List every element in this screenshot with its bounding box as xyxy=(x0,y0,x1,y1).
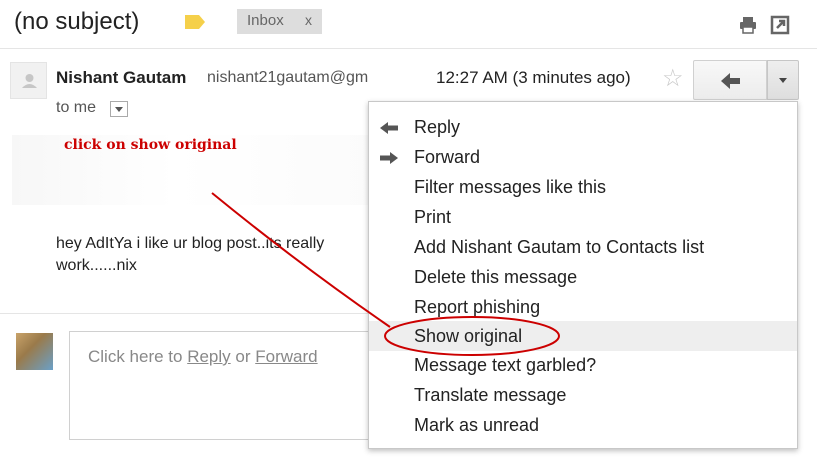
menu-item-add-contact[interactable]: Add Nishant Gautam to Contacts list xyxy=(369,232,797,262)
inbox-label-text: Inbox xyxy=(247,12,284,29)
show-details-button[interactable] xyxy=(110,101,128,117)
reply-prompt: Click here to Reply or Forward xyxy=(88,347,318,367)
menu-item-translate[interactable]: Translate message xyxy=(369,380,797,410)
label-tag-icon[interactable] xyxy=(184,14,206,30)
sender-name[interactable]: Nishant Gautam xyxy=(56,68,186,88)
menu-item-delete[interactable]: Delete this message xyxy=(369,262,797,292)
menu-item-label: Add Nishant Gautam to Contacts list xyxy=(414,237,705,257)
menu-item-label: Reply xyxy=(414,117,461,137)
menu-item-label: Mark as unread xyxy=(414,415,540,435)
reply-box[interactable]: Click here to Reply or Forward xyxy=(69,331,374,440)
email-subject: (no subject) xyxy=(14,8,140,35)
chevron-down-icon xyxy=(115,107,123,112)
menu-item-garbled[interactable]: Message text garbled? xyxy=(369,350,797,380)
menu-item-print[interactable]: Print xyxy=(369,202,797,232)
menu-item-forward[interactable]: Forward xyxy=(369,142,797,172)
reply-prompt-middle: or xyxy=(230,347,256,366)
reply-link[interactable]: Reply xyxy=(187,347,230,366)
header-divider xyxy=(0,48,817,49)
forward-link[interactable]: Forward xyxy=(255,347,317,366)
print-icon[interactable] xyxy=(738,15,758,35)
star-icon[interactable]: ☆ xyxy=(662,64,684,93)
inbox-label-chip[interactable]: Inbox x xyxy=(237,9,322,34)
menu-item-label: Message text garbled? xyxy=(414,355,597,375)
menu-item-label: Forward xyxy=(414,147,481,167)
message-body-line: work......nix xyxy=(56,257,137,274)
reply-icon xyxy=(721,73,740,89)
menu-item-mark-unread[interactable]: Mark as unread xyxy=(369,410,797,440)
reply-button[interactable] xyxy=(693,60,767,100)
chevron-down-icon xyxy=(779,78,787,83)
menu-item-label: Delete this message xyxy=(414,267,578,287)
sender-avatar[interactable] xyxy=(10,62,47,99)
reply-prompt-prefix: Click here to xyxy=(88,347,188,366)
sender-email: nishant21gautam@gm xyxy=(207,69,369,86)
menu-item-filter[interactable]: Filter messages like this xyxy=(369,172,797,202)
menu-item-show-original[interactable]: Show original xyxy=(369,321,797,351)
message-body: hey AdItYa i like ur blog post..its real… xyxy=(56,233,368,277)
menu-item-report-phishing[interactable]: Report phishing xyxy=(369,292,797,322)
more-actions-button[interactable] xyxy=(767,60,799,100)
menu-item-reply[interactable]: Reply xyxy=(369,112,797,142)
remove-label-button[interactable]: x xyxy=(305,12,312,28)
message-body-line: hey AdItYa i like ur blog post..its real… xyxy=(56,235,325,252)
more-actions-menu: Reply Forward Filter messages like this … xyxy=(368,101,798,449)
menu-item-label: Show original xyxy=(414,326,523,346)
user-avatar xyxy=(16,333,53,370)
menu-item-label: Translate message xyxy=(414,385,567,405)
new-window-icon[interactable] xyxy=(770,15,790,35)
reply-divider xyxy=(0,313,370,314)
default-avatar-icon xyxy=(22,74,37,88)
menu-item-label: Report phishing xyxy=(414,297,541,317)
message-timestamp: 12:27 AM (3 minutes ago) xyxy=(436,68,631,87)
recipient-summary: to me xyxy=(56,99,97,116)
annotation-text: click on show original xyxy=(64,137,237,153)
menu-item-label: Print xyxy=(414,207,452,227)
forward-arrow-icon xyxy=(380,152,398,164)
reply-icon xyxy=(380,122,398,134)
menu-item-label: Filter messages like this xyxy=(414,177,607,197)
